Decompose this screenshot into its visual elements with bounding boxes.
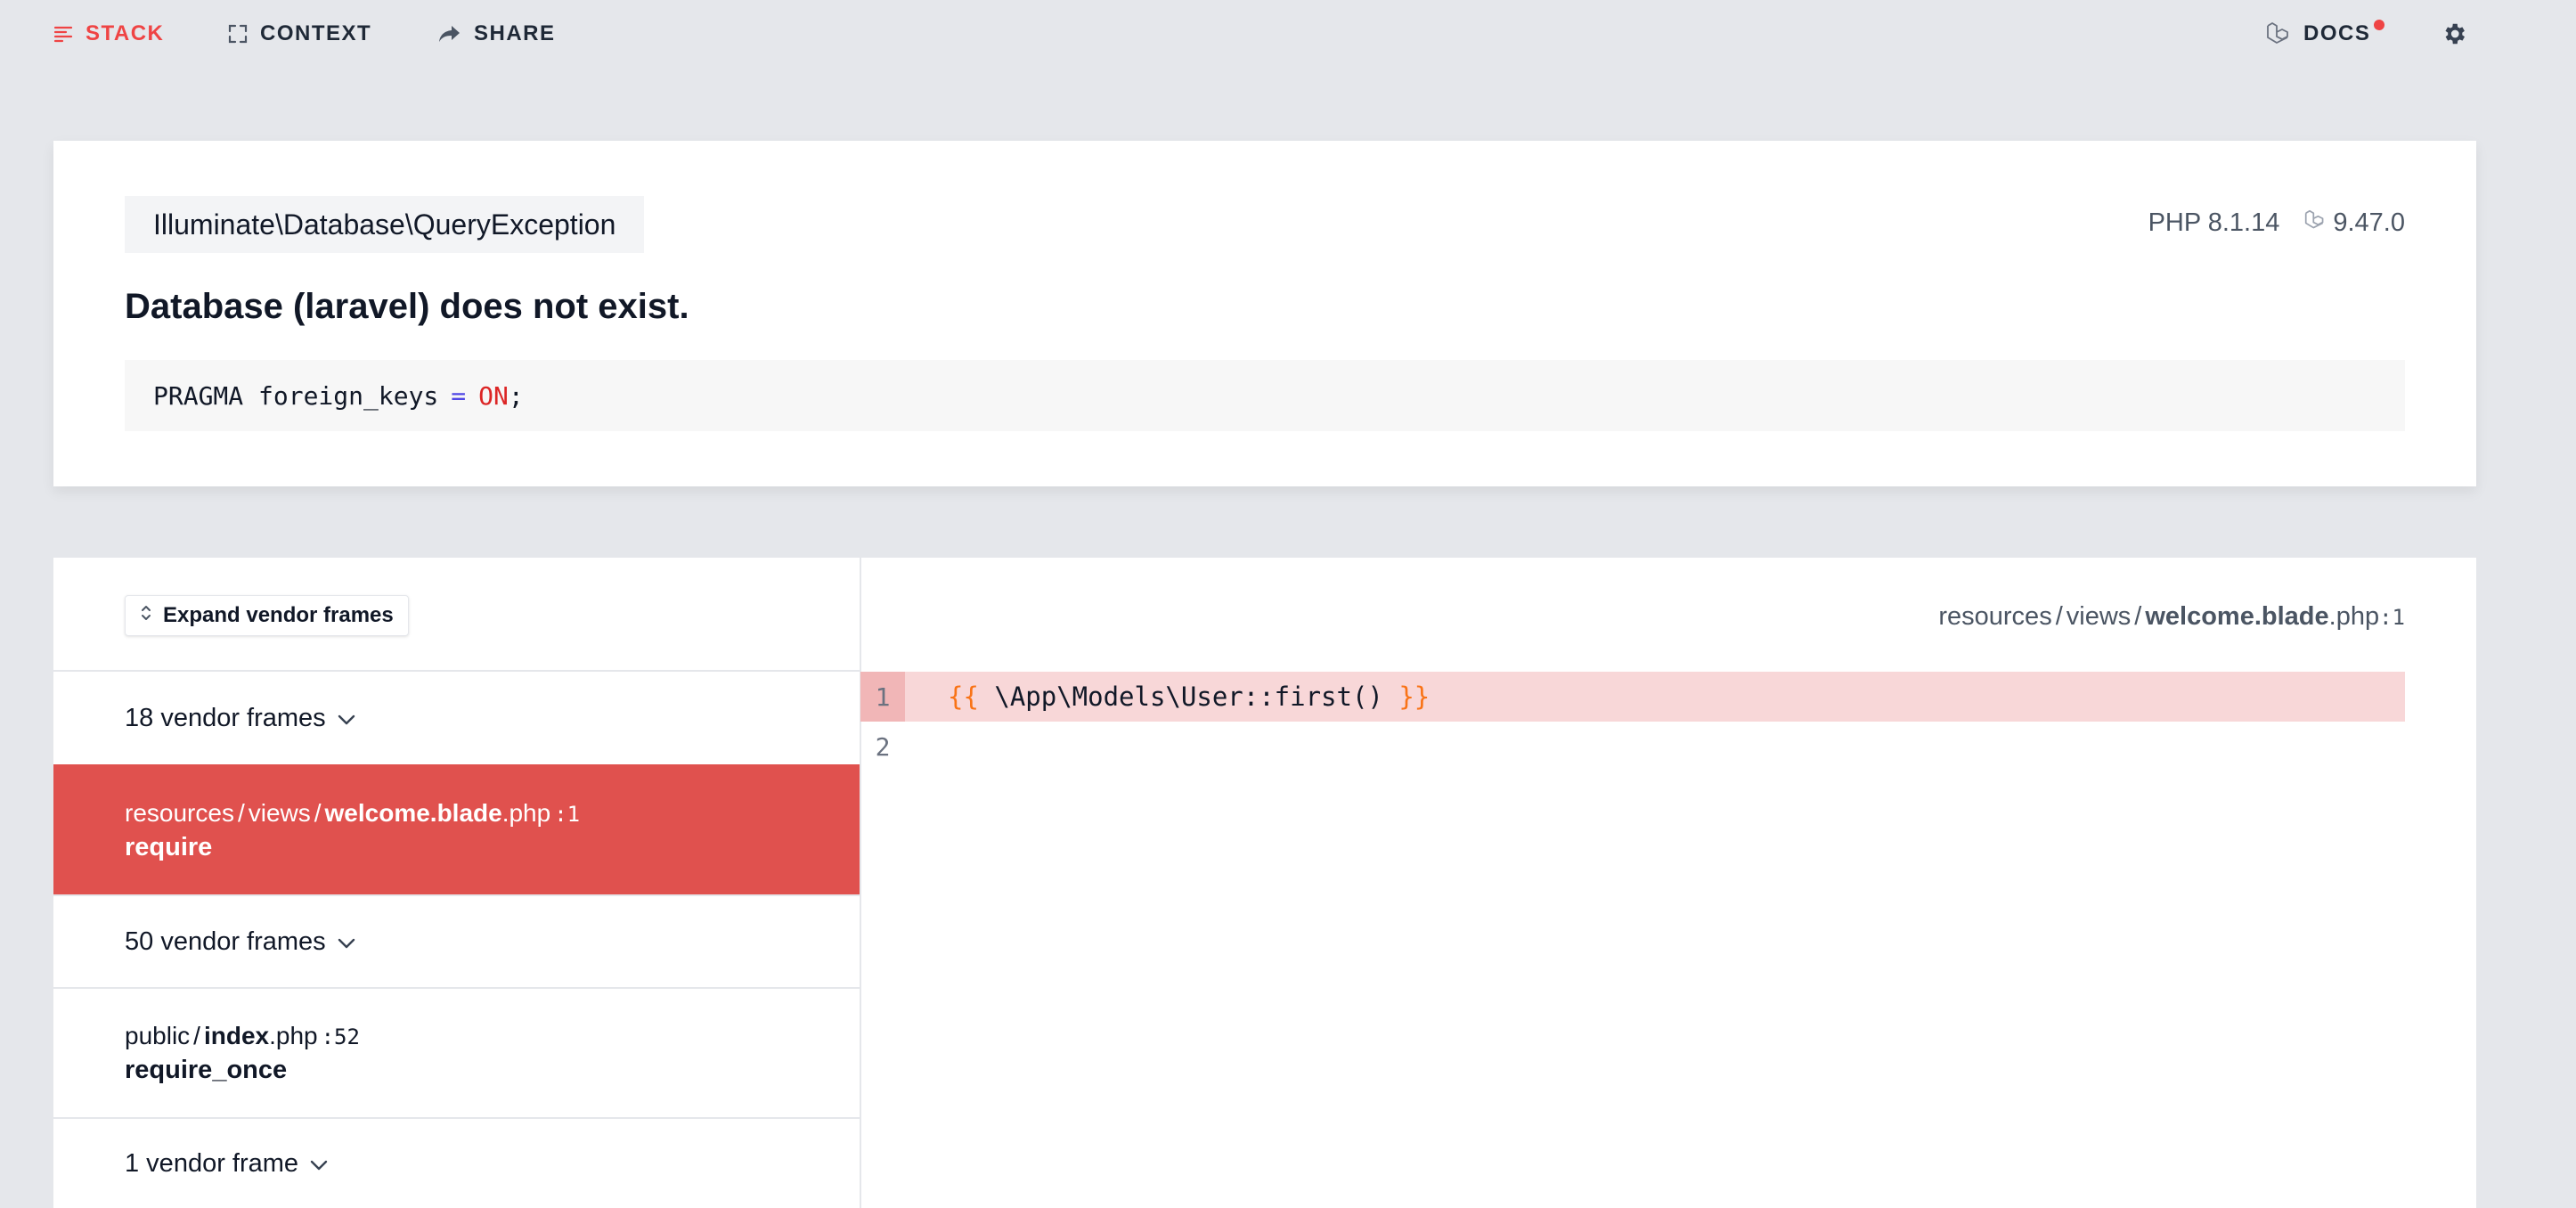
line-number: 1 [2392, 605, 2405, 630]
nav-context-tab[interactable]: CONTEXT [228, 18, 371, 50]
docs-notification-dot [2374, 20, 2385, 30]
blade-close-tag: }} [1398, 682, 1431, 712]
frame-file-path: public / index.php:52 [125, 1021, 360, 1049]
nav-stack-tab[interactable]: STACK [53, 18, 164, 50]
line-number[interactable]: 2 [860, 722, 905, 771]
nav-share-label: SHARE [474, 21, 556, 45]
sql-value: ON [478, 380, 509, 411]
line-number: 1 [567, 801, 581, 827]
sql-query: PRAGMA foreign_keys = ON ; [125, 360, 2405, 431]
frames-list: Expand vendor frames 18 vendor frames re… [53, 558, 861, 1208]
laravel-logo-icon [2266, 21, 2291, 46]
expand-vendor-frames-label: Expand vendor frames [163, 603, 394, 627]
laravel-small-icon [2304, 208, 2326, 238]
code-viewer: resources / views / welcome.blade.php:1 1 {{… [860, 558, 2476, 1208]
line-number[interactable]: 1 [860, 672, 905, 722]
path-segment: views [248, 798, 311, 827]
laravel-version-text: 9.47.0 [2333, 208, 2405, 237]
gear-icon [2441, 20, 2467, 47]
top-navigation: STACK CONTEXT SHARE DOCS [0, 0, 2576, 68]
line-number: 52 [334, 1024, 360, 1049]
file-extension: .php [501, 798, 551, 827]
nav-docs-link[interactable]: DOCS [2266, 18, 2385, 50]
nav-context-label: CONTEXT [260, 21, 372, 45]
chevron-down-icon [337, 927, 356, 957]
php-version: PHP 8.1.14 [2148, 208, 2280, 237]
stack-icon [53, 25, 73, 43]
path-segment: public [125, 1021, 191, 1049]
frame-function: require_once [125, 1055, 288, 1084]
file-extension: .php [269, 1021, 318, 1049]
sql-left: PRAGMA foreign_keys [153, 380, 439, 411]
share-arrow-icon [438, 24, 461, 44]
exception-card: Illuminate\Database\QueryException PHP 8… [53, 141, 2476, 486]
sql-end: ; [508, 380, 524, 411]
vendor-frames-label: 18 vendor frames [125, 703, 326, 732]
code-line-highlighted: 1 {{ \App\Models\User::first() }} [860, 672, 2405, 722]
blade-open-tag: {{ [948, 682, 979, 712]
vendor-frames-group[interactable]: 50 vendor frames [53, 894, 860, 987]
nav-share-tab[interactable]: SHARE [438, 18, 556, 50]
path-segment: views [2066, 602, 2132, 631]
code-expression: \App\Models\User::first() [978, 682, 1399, 712]
settings-button[interactable] [2441, 18, 2467, 50]
chevron-down-icon [309, 1149, 329, 1179]
vendor-frames-group[interactable]: 18 vendor frames [53, 670, 860, 764]
frame-function: require [125, 832, 213, 861]
stack-frame[interactable]: public / index.php:52 require_once [53, 987, 860, 1117]
file-name: welcome.blade [2145, 602, 2329, 631]
expand-vendor-frames-button[interactable]: Expand vendor frames [125, 595, 409, 636]
chevron-down-icon [337, 704, 356, 733]
file-name: welcome.blade [324, 798, 502, 827]
stack-trace-card: Expand vendor frames 18 vendor frames re… [53, 558, 2476, 1208]
expand-corners-icon [228, 24, 248, 44]
path-segment: resources [1938, 602, 2052, 631]
code-content: {{ \App\Models\User::first() }} [948, 682, 1430, 712]
vendor-frames-group[interactable]: 1 vendor frame [53, 1117, 860, 1208]
code-line: 2 [860, 722, 2405, 771]
chevron-up-down-icon [140, 603, 152, 629]
path-segment: resources [125, 798, 234, 827]
laravel-version: 9.47.0 [2304, 208, 2405, 238]
exception-message: Database (laravel) does not exist. [125, 287, 689, 326]
sql-operator: = [451, 380, 467, 411]
vendor-frames-label: 1 vendor frame [125, 1148, 299, 1178]
nav-docs-label: DOCS [2303, 21, 2371, 45]
file-extension: .php [2328, 602, 2380, 631]
nav-stack-label: STACK [86, 21, 165, 45]
stack-frame-active[interactable]: resources / views / welcome.blade.php:1 requ… [53, 764, 860, 894]
frame-file-path: resources / views / welcome.blade.php:1 [125, 798, 581, 827]
vendor-frames-label: 50 vendor frames [125, 926, 326, 956]
version-info: PHP 8.1.14 9.47.0 [2148, 208, 2405, 238]
file-name: index [203, 1021, 270, 1049]
code-file-path: resources / views / welcome.blade.php:1 [1938, 602, 2405, 631]
exception-class: Illuminate\Database\QueryException [125, 196, 645, 253]
